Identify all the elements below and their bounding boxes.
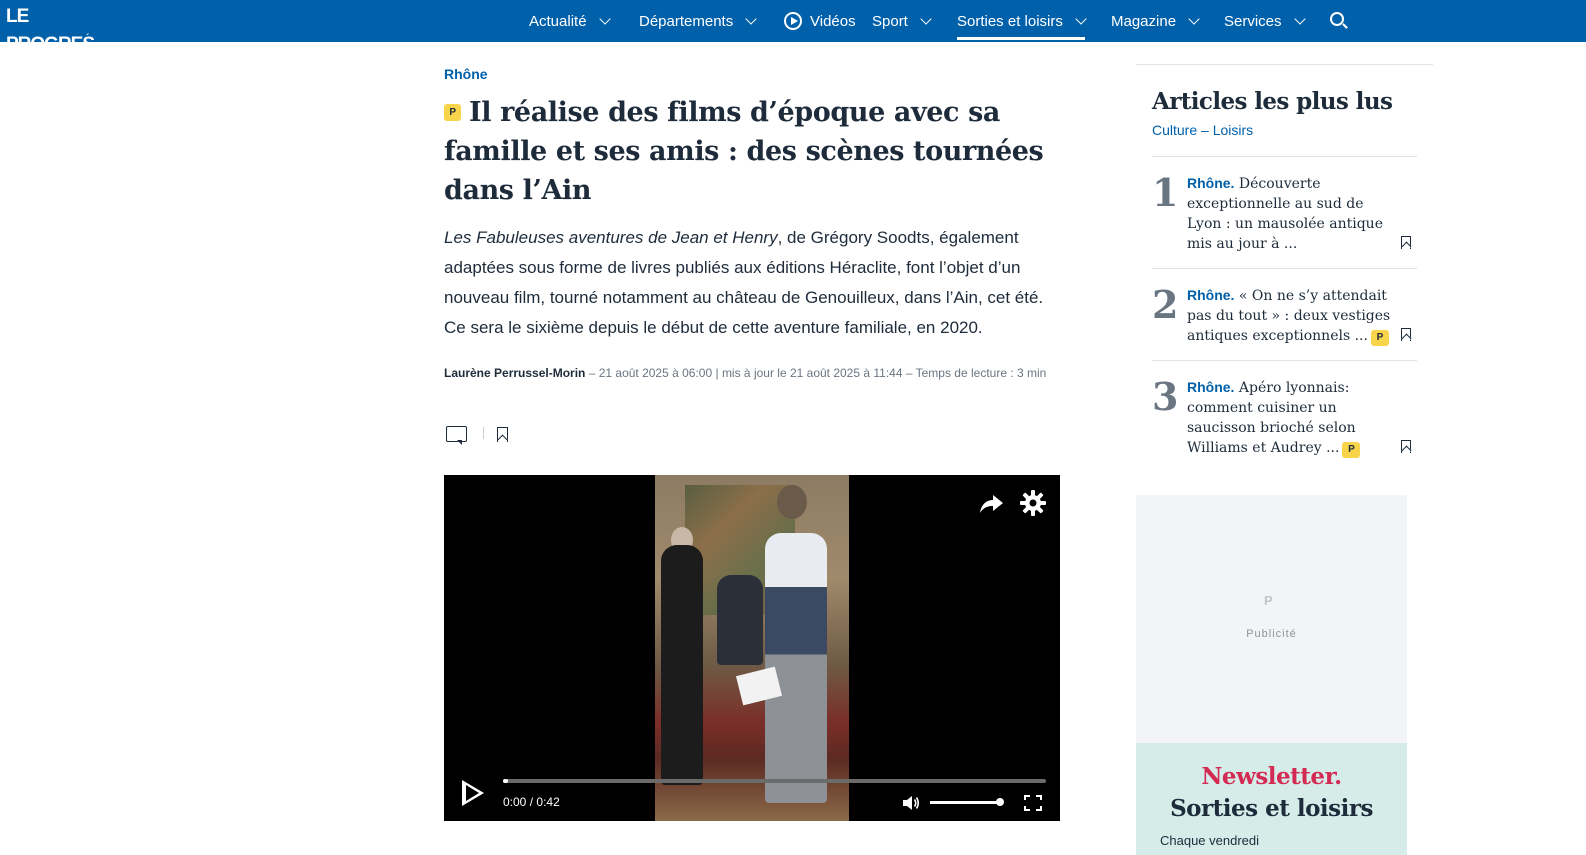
newsletter-title: Newsletter. [1201, 763, 1342, 790]
nav-label: Services [1224, 12, 1282, 30]
rank-number: 2 [1152, 282, 1179, 327]
nav-label: Vidéos [810, 12, 856, 30]
premium-badge: P [1342, 442, 1361, 458]
nav-services[interactable]: Services [1224, 0, 1306, 42]
play-button[interactable] [462, 780, 484, 806]
video-time: 0:00 / 0:42 [503, 795, 560, 809]
bookmark-icon[interactable] [1401, 440, 1411, 453]
sidebar-divider [1136, 64, 1433, 65]
nav-sorties-et-loisirs[interactable]: Sorties et loisirs [957, 0, 1087, 42]
nav-actualite[interactable]: Actualité [529, 0, 611, 42]
most-read-item-1[interactable]: Rhône. Découverte exceptionnelle au sud … [1187, 173, 1399, 254]
most-read-item-2[interactable]: Rhône. « On ne s’y attendait pas du tout… [1187, 285, 1399, 346]
action-divider [483, 427, 484, 439]
article-title-text: Il réalise des films d’époque avec sa fa… [444, 97, 1044, 206]
volume-fill [930, 801, 1000, 804]
chevron-down-icon [1188, 12, 1200, 25]
ad-logo: P [1264, 593, 1273, 608]
newsletter-topic: Sorties et loisirs [1170, 795, 1373, 822]
nav-magazine[interactable]: Magazine [1111, 0, 1200, 42]
search-icon[interactable] [1330, 12, 1344, 26]
top-navigation: LE PROGRES´ Actualité Départements Vidéo… [0, 0, 1586, 55]
premium-badge: P [1370, 330, 1389, 346]
chevron-down-icon [1075, 12, 1087, 25]
video-progress-fill [503, 779, 509, 783]
nav-videos[interactable]: Vidéos [784, 0, 856, 42]
most-read-title: Articles les plus lus [1152, 88, 1393, 115]
rank-number: 1 [1152, 170, 1179, 215]
comment-icon[interactable] [446, 426, 467, 445]
article-title: P Il réalise des films d’époque avec sa f… [444, 93, 1054, 210]
video-frame [655, 475, 849, 821]
item-rubric: Rhône. [1187, 175, 1235, 191]
chevron-down-icon [598, 12, 611, 25]
time-separator: / [529, 795, 534, 809]
bookmark-icon[interactable] [1401, 328, 1411, 341]
nav-label: Sorties et loisirs [957, 12, 1063, 30]
nav-sport[interactable]: Sport [872, 0, 932, 42]
author-name[interactable]: Laurène Perrussel-Morin [444, 366, 585, 380]
rank-number: 3 [1152, 374, 1179, 419]
volume-icon[interactable] [902, 795, 920, 811]
nav-label: Départements [639, 12, 734, 30]
current-time: 0:00 [503, 795, 527, 809]
list-divider [1152, 360, 1417, 361]
most-read-category[interactable]: Culture – Loisirs [1152, 122, 1253, 138]
article-kicker[interactable]: Rhône [444, 66, 488, 82]
video-player[interactable]: 0:00 / 0:42 [444, 475, 1060, 821]
nav-label: Actualité [529, 12, 587, 30]
premium-badge: P [444, 104, 461, 121]
byline: Laurène Perrussel-Morin – 21 août 2025 à… [444, 364, 1049, 382]
video-progress-bar[interactable] [503, 779, 1046, 783]
nav-label: Sport [872, 12, 908, 30]
chevron-down-icon [1293, 12, 1306, 25]
bookmark-icon[interactable] [497, 427, 508, 442]
most-read-item-3[interactable]: Rhône. Apéro lyonnais: comment cuisiner … [1187, 377, 1399, 458]
article-lead: Les Fabuleuses aventures de Jean et Henr… [444, 223, 1059, 343]
bookmark-icon[interactable] [1401, 236, 1411, 249]
ad-label: Publicité [1246, 628, 1297, 640]
chevron-down-icon [920, 12, 932, 25]
advertisement[interactable]: P Publicité [1136, 495, 1407, 743]
volume-knob[interactable] [996, 798, 1004, 806]
play-circle-icon [784, 12, 802, 30]
site-logo[interactable]: LE PROGRES´ [6, 6, 115, 56]
duration: 0:42 [536, 795, 560, 809]
list-divider [1152, 156, 1417, 157]
fullscreen-icon[interactable] [1024, 795, 1042, 811]
share-icon[interactable] [978, 493, 1004, 515]
volume-slider[interactable] [930, 798, 1004, 806]
newsletter-block[interactable]: Newsletter. Sorties et loisirs Chaque ve… [1136, 743, 1407, 855]
publication-meta: – 21 août 2025 à 06:00 | mis à jour le 2… [585, 366, 1047, 380]
gear-icon[interactable] [1020, 490, 1046, 516]
list-divider [1152, 268, 1417, 269]
nav-label: Magazine [1111, 12, 1177, 30]
newsletter-frequency: Chaque vendredi [1160, 833, 1260, 848]
nav-departements[interactable]: Départements [639, 0, 757, 42]
item-rubric: Rhône. [1187, 287, 1235, 303]
item-rubric: Rhône. [1187, 379, 1235, 395]
chevron-down-icon [745, 12, 757, 25]
lead-book-title: Les Fabuleuses aventures de Jean et Henr… [444, 228, 778, 247]
